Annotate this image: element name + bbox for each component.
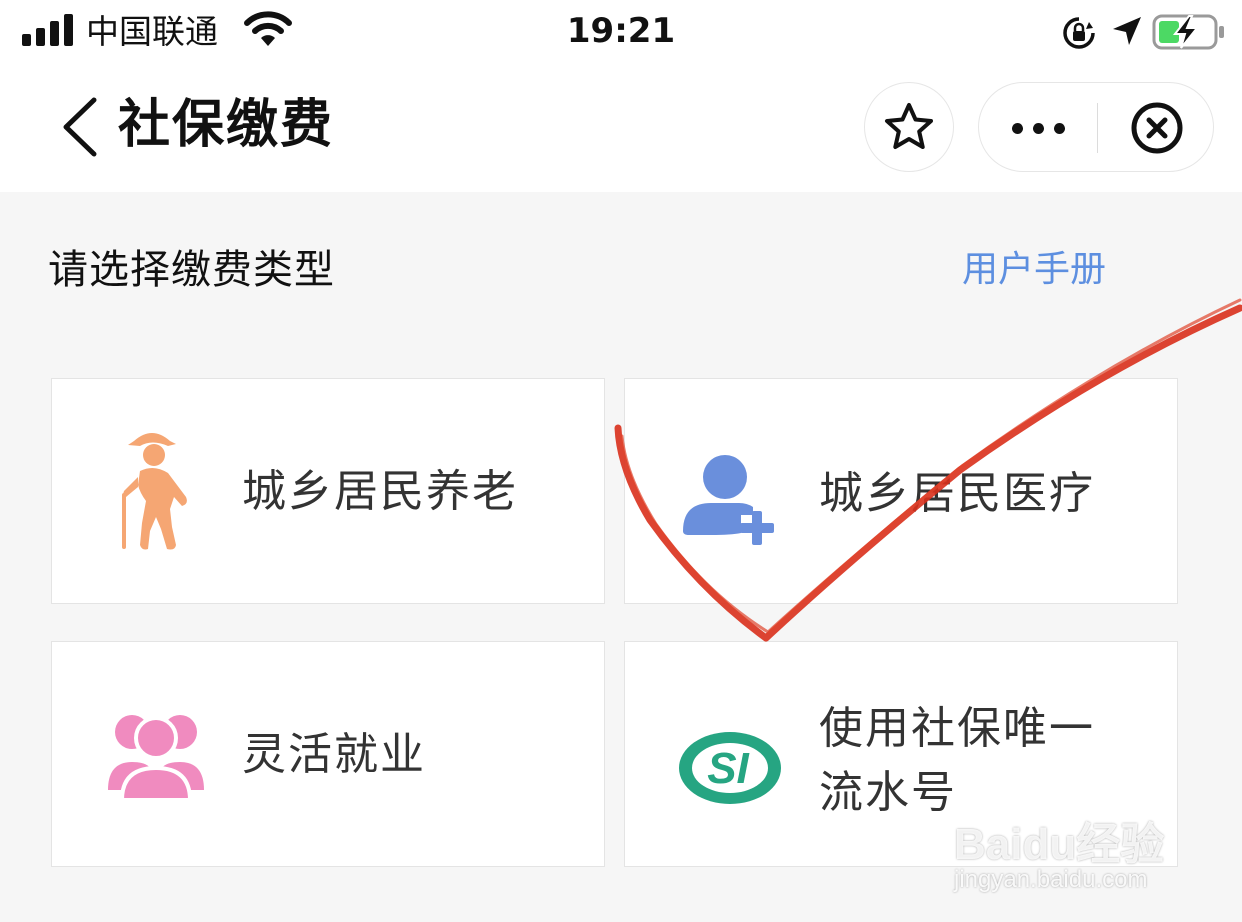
user-manual-link[interactable]: 用户手册 — [962, 246, 1106, 294]
watermark-url: jingyan.baidu.com — [954, 866, 1148, 893]
favorite-button[interactable] — [864, 82, 954, 172]
close-circle-icon — [1131, 102, 1182, 154]
more-dots-icon — [1011, 122, 1023, 134]
status-bar: 中国联通 19:21 — [0, 0, 1242, 64]
card-label-flexible-employment: 灵活就业 — [242, 729, 426, 780]
close-button[interactable] — [1098, 83, 1215, 173]
group-icon — [108, 715, 204, 802]
nav-bar: 社保缴费 — [0, 64, 1242, 192]
card-label-medical: 城乡居民医疗 — [819, 468, 1095, 519]
add-user-icon — [683, 455, 774, 545]
elderly-person-icon — [122, 433, 187, 550]
page-title: 社保缴费 — [118, 95, 335, 155]
payment-type-card-flexible-employment[interactable]: 灵活就业 — [51, 641, 605, 867]
star-icon — [885, 103, 933, 149]
battery-charging-icon — [1152, 14, 1224, 50]
svg-text:SI: SI — [707, 744, 749, 793]
back-arrow-icon[interactable] — [56, 94, 100, 160]
orientation-lock-icon — [1063, 17, 1095, 49]
card-label-serial-line1: 使用社保唯一 — [819, 703, 1095, 754]
card-label-pension: 城乡居民养老 — [242, 466, 518, 517]
card-label-serial-line2: 流水号 — [819, 767, 957, 818]
status-time: 19:21 — [566, 11, 676, 51]
section-title: 请选择缴费类型 — [48, 247, 335, 293]
mini-program-capsule — [978, 82, 1214, 172]
more-button[interactable] — [979, 83, 1097, 173]
payment-type-card-pension[interactable]: 城乡居民养老 — [51, 378, 605, 604]
payment-type-card-serial-number[interactable]: SI 使用社保唯一 流水号 — [624, 641, 1178, 867]
location-arrow-icon — [1113, 17, 1141, 45]
payment-type-card-medical[interactable]: 城乡居民医疗 — [624, 378, 1178, 604]
social-insurance-logo: SI — [679, 732, 781, 804]
